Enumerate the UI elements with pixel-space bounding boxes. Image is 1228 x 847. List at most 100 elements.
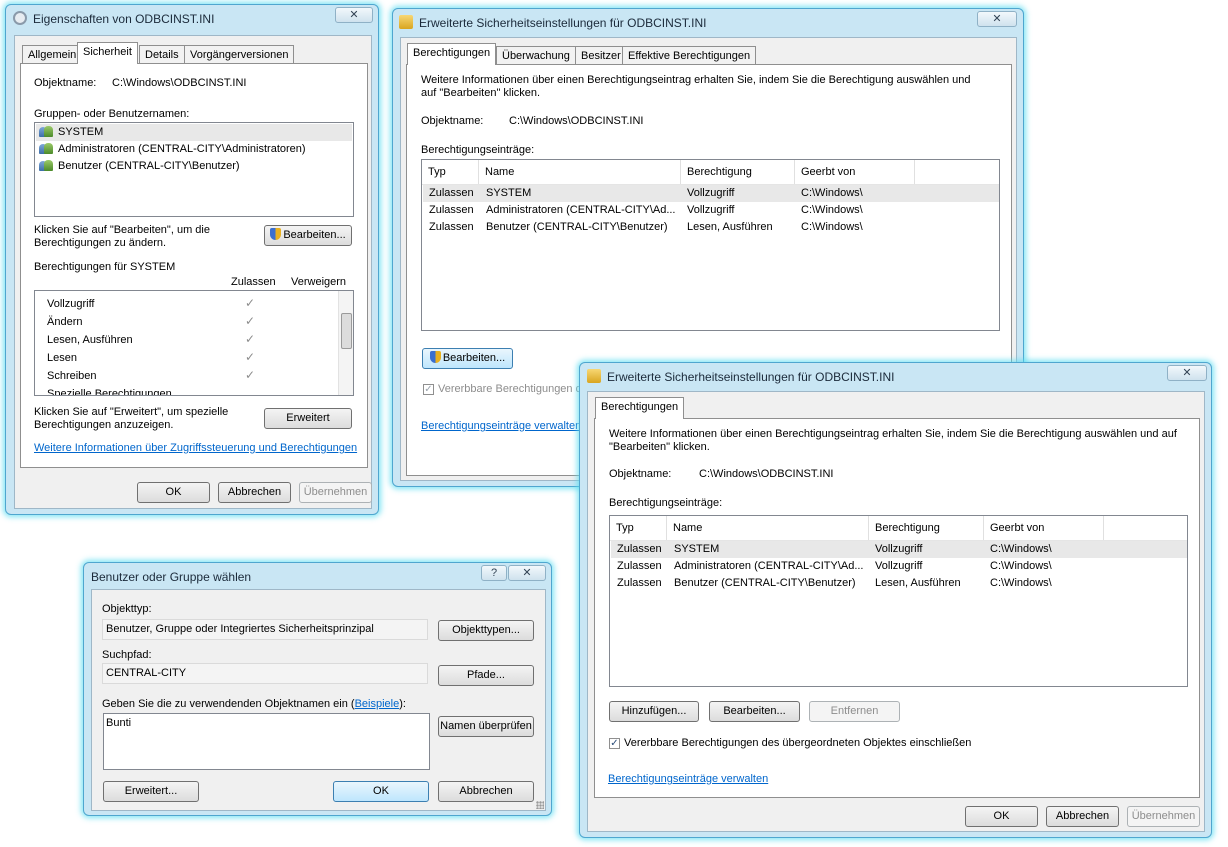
perm-label: Ändern [47, 316, 83, 328]
edit-button[interactable]: Bearbeiten... [422, 348, 513, 369]
resize-grip-icon[interactable] [536, 801, 544, 809]
cancel-button[interactable]: Abbrechen [438, 781, 534, 802]
tab-vorgaengerversionen[interactable]: Vorgängerversionen [184, 45, 295, 64]
table-cell[interactable]: Vollzugriff [687, 187, 735, 199]
column-header[interactable]: Typ [610, 516, 667, 540]
close-button[interactable]: ✕ [977, 11, 1017, 27]
object-type-value: Benutzer, Gruppe oder Integriertes Siche… [102, 619, 428, 640]
advanced-titlebar[interactable]: Erweiterte Sicherheitseinstellungen für … [393, 9, 1023, 37]
edit-button[interactable]: Bearbeiten... [264, 225, 352, 246]
ok-button[interactable]: OK [965, 806, 1038, 827]
edit-client: Berechtigungen Weitere Informationen übe… [587, 391, 1205, 832]
table-cell[interactable]: C:\Windows\ [801, 221, 863, 233]
close-button[interactable]: ✕ [508, 565, 546, 581]
table-cell[interactable]: C:\Windows\ [801, 187, 863, 199]
inherit-label: Vererbbare Berechtigungen des übergeordn… [624, 737, 972, 749]
advanced-button[interactable]: Erweitert... [103, 781, 199, 802]
info-link[interactable]: Weitere Informationen über Zugriffssteue… [34, 442, 357, 454]
examples-link[interactable]: Beispiele [355, 698, 400, 710]
table-cell[interactable]: SYSTEM [674, 543, 719, 555]
object-name-value: C:\Windows\ODBCINST.INI [509, 115, 644, 127]
column-header[interactable]: Berechtigung [681, 160, 795, 184]
table-cell[interactable]: Zulassen [429, 204, 474, 216]
permission-entries-table[interactable]: Typ Name Berechtigung Geerbt von Zulasse… [609, 515, 1188, 687]
tab-sicherheit[interactable]: Sicherheit [77, 42, 138, 64]
edit-button[interactable]: Bearbeiten... [709, 701, 800, 722]
table-cell[interactable]: Vollzugriff [875, 543, 923, 555]
object-names-input[interactable]: Bunti [103, 713, 430, 770]
vertical-scrollbar[interactable] [338, 291, 353, 395]
group-name: Administratoren (CENTRAL-CITY\Administra… [58, 143, 306, 155]
permission-entries-table[interactable]: Typ Name Berechtigung Geerbt von Zulasse… [421, 159, 1000, 331]
tab-effektive-berechtigungen[interactable]: Effektive Berechtigungen [622, 46, 757, 65]
ok-button[interactable]: OK [333, 781, 429, 802]
users-icon [39, 126, 53, 138]
scroll-thumb[interactable] [341, 313, 352, 349]
check-names-button[interactable]: Namen überprüfen [438, 716, 534, 737]
permissions-list[interactable]: Vollzugriff ✓ Ändern ✓ Lesen, Ausführen … [34, 290, 354, 396]
table-cell[interactable]: Zulassen [617, 560, 662, 572]
help-button[interactable]: ? [481, 565, 507, 581]
close-button[interactable]: ✕ [335, 7, 373, 23]
inherit-checkbox[interactable]: ✓ [609, 738, 620, 749]
column-header[interactable]: Geerbt von [795, 160, 915, 184]
table-cell[interactable]: Vollzugriff [687, 204, 735, 216]
table-cell[interactable]: Zulassen [429, 187, 474, 199]
group-name: SYSTEM [58, 126, 104, 138]
table-cell[interactable]: Zulassen [617, 577, 662, 589]
table-cell[interactable]: Zulassen [429, 221, 474, 233]
add-button[interactable]: Hinzufügen... [609, 701, 699, 722]
manage-entries-link[interactable]: Berechtigungseinträge verwalten [421, 420, 581, 432]
table-cell[interactable]: C:\Windows\ [990, 543, 1052, 555]
tab-allgemein[interactable]: Allgemein [22, 45, 83, 64]
column-header[interactable]: Typ [422, 160, 479, 184]
table-cell[interactable]: C:\Windows\ [990, 560, 1052, 572]
close-icon: ✕ [1182, 367, 1192, 379]
table-cell[interactable]: Benutzer (CENTRAL-CITY\Benutzer) [486, 221, 668, 233]
table-cell[interactable]: Benutzer (CENTRAL-CITY\Benutzer) [674, 577, 856, 589]
object-types-button[interactable]: Objekttypen... [438, 620, 534, 641]
edit-button-label: Bearbeiten... [442, 352, 506, 364]
cancel-button[interactable]: Abbrechen [218, 482, 291, 503]
ok-button[interactable]: OK [137, 482, 210, 503]
properties-titlebar[interactable]: Eigenschaften von ODBCINST.INI ✕ [6, 5, 378, 33]
inherit-checkbox[interactable]: ✓ [423, 384, 434, 395]
select-titlebar[interactable]: Benutzer oder Gruppe wählen ? ✕ [84, 563, 551, 591]
table-cell[interactable]: Lesen, Ausführen [687, 221, 773, 233]
tab-besitzer[interactable]: Besitzer [575, 46, 627, 65]
apply-button[interactable]: Übernehmen [1127, 806, 1200, 827]
group-name: Benutzer (CENTRAL-CITY\Benutzer) [58, 160, 240, 172]
remove-button[interactable]: Entfernen [809, 701, 900, 722]
entries-label: Berechtigungseinträge: [421, 144, 535, 156]
table-cell[interactable]: C:\Windows\ [990, 577, 1052, 589]
table-cell[interactable]: SYSTEM [486, 187, 531, 199]
column-header[interactable]: Name [479, 160, 681, 184]
edit-titlebar[interactable]: Erweiterte Sicherheitseinstellungen für … [580, 363, 1211, 391]
close-icon: ✕ [522, 567, 532, 579]
table-cell[interactable]: Administratoren (CENTRAL-CITY\Ad... [674, 560, 864, 572]
advanced-button[interactable]: Erweitert [264, 408, 352, 429]
tab-berechtigungen[interactable]: Berechtigungen [595, 397, 685, 419]
groups-list[interactable]: SYSTEM Administratoren (CENTRAL-CITY\Adm… [34, 122, 354, 217]
users-icon [39, 143, 53, 155]
tab-berechtigungen[interactable]: Berechtigungen [407, 43, 497, 65]
properties-dialog: Eigenschaften von ODBCINST.INI ✕ Allgeme… [5, 4, 379, 515]
col-allow-header: Zulassen [231, 276, 276, 288]
close-button[interactable]: ✕ [1167, 365, 1207, 381]
table-cell[interactable]: Vollzugriff [875, 560, 923, 572]
tab-ueberwachung[interactable]: Überwachung [496, 46, 576, 65]
object-name-label: Objektname: [34, 77, 97, 89]
table-cell[interactable]: Administratoren (CENTRAL-CITY\Ad... [486, 204, 676, 216]
manage-entries-link[interactable]: Berechtigungseinträge verwalten [608, 773, 768, 785]
tab-details[interactable]: Details [139, 45, 185, 64]
column-header[interactable]: Name [667, 516, 869, 540]
table-cell[interactable]: C:\Windows\ [801, 204, 863, 216]
column-header[interactable]: Geerbt von [984, 516, 1104, 540]
column-header[interactable]: Berechtigung [869, 516, 984, 540]
table-cell[interactable]: Zulassen [617, 543, 662, 555]
check-icon: ✓ [245, 314, 256, 328]
table-cell[interactable]: Lesen, Ausführen [875, 577, 961, 589]
cancel-button[interactable]: Abbrechen [1046, 806, 1119, 827]
locations-button[interactable]: Pfade... [438, 665, 534, 686]
apply-button[interactable]: Übernehmen [299, 482, 372, 503]
